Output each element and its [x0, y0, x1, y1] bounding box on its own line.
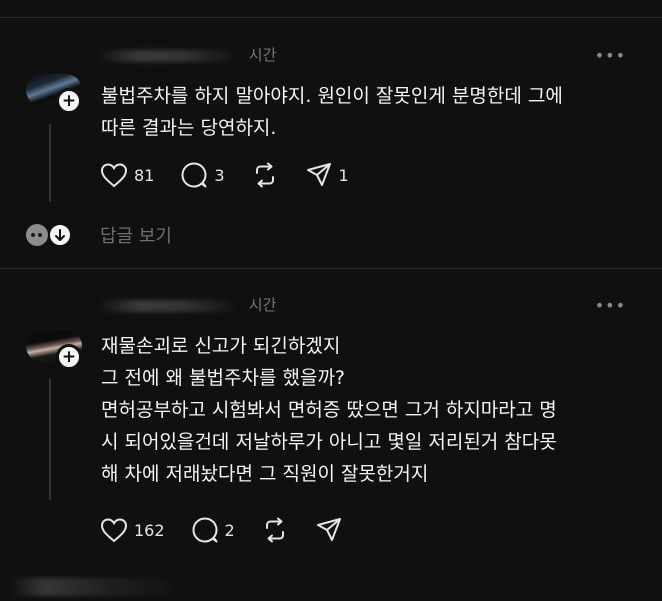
share-button[interactable] [315, 516, 343, 544]
more-options-button[interactable]: ••• [595, 46, 626, 65]
post-divider [0, 268, 662, 269]
share-count: 1 [338, 165, 349, 185]
heart-icon [100, 518, 128, 543]
repost-button[interactable] [261, 516, 289, 544]
comment-button[interactable]: 3 [180, 161, 225, 189]
comment-button[interactable]: 2 [191, 516, 235, 544]
avatar-with-follow[interactable]: + [26, 74, 82, 114]
post-text-line: 해 차에 저래놨다면 그 직원이 잘못한거지 [101, 463, 429, 485]
avatar-with-follow[interactable]: + [26, 330, 82, 370]
share-icon [316, 518, 341, 541]
action-bar: 81 3 1 [100, 160, 375, 190]
post-text-line: 재물손괴로 신고가 되긴하겠지 [101, 335, 341, 357]
view-replies-row[interactable]: 답글 보기 [26, 220, 172, 250]
post-text-line: 그 전에 왜 불법주차를 했을까? [101, 367, 346, 389]
action-bar: 162 2 [100, 515, 369, 545]
share-icon [306, 163, 331, 186]
comment-icon [192, 517, 218, 543]
arrow-down-icon [48, 223, 72, 247]
post-text: 불법주차를 하지 말아야지. 원인이 잘못인게 분명한데 그에 따른 결과는 당… [101, 80, 636, 144]
mini-avatar [26, 224, 48, 246]
like-button[interactable]: 162 [100, 517, 165, 543]
like-count: 162 [134, 520, 165, 540]
reply-avatars [26, 223, 78, 247]
post-time: 시간 [248, 46, 277, 64]
comment-icon [181, 162, 207, 188]
post-time: 시간 [248, 296, 277, 314]
post-text-line: 불법주차를 하지 말아야지. 원인이 잘못인게 분명한데 그에 [101, 85, 563, 107]
heart-icon [100, 163, 128, 188]
post-text-line: 면허공부하고 시험봐서 면허증 땄으면 그거 하지마라고 명 [101, 399, 557, 421]
repost-button[interactable] [251, 161, 279, 189]
author-name-blurred[interactable] [98, 49, 238, 62]
post-meta: 시간 [98, 44, 276, 66]
post-text-line: 시 되어있을건데 저날하루가 아니고 몇일 저리된거 참다못 [101, 431, 557, 453]
next-post-peek [10, 578, 180, 596]
thread-line [49, 124, 51, 202]
like-count: 81 [134, 165, 155, 185]
author-name-blurred[interactable] [98, 299, 238, 312]
like-button[interactable]: 81 [100, 162, 154, 188]
comment-count: 3 [214, 165, 225, 185]
post-text: 재물손괴로 신고가 되긴하겠지 그 전에 왜 불법주차를 했을까? 면허공부하고… [101, 330, 636, 490]
comment-count: 2 [224, 520, 235, 540]
top-divider [0, 17, 662, 18]
thread-line [49, 378, 51, 500]
view-replies-link[interactable]: 답글 보기 [100, 222, 172, 248]
repost-icon [255, 162, 274, 188]
follow-plus-icon[interactable]: + [56, 344, 82, 370]
more-options-button[interactable]: ••• [595, 296, 626, 315]
share-button[interactable]: 1 [305, 161, 349, 189]
repost-icon [265, 517, 284, 543]
post-text-line: 따른 결과는 당연하지. [101, 117, 277, 139]
thread-feed: 시간 ••• + 불법주차를 하지 말아야지. 원인이 잘못인게 분명한데 그에… [0, 0, 662, 601]
post-meta: 시간 [98, 294, 276, 316]
follow-plus-icon[interactable]: + [56, 88, 82, 114]
